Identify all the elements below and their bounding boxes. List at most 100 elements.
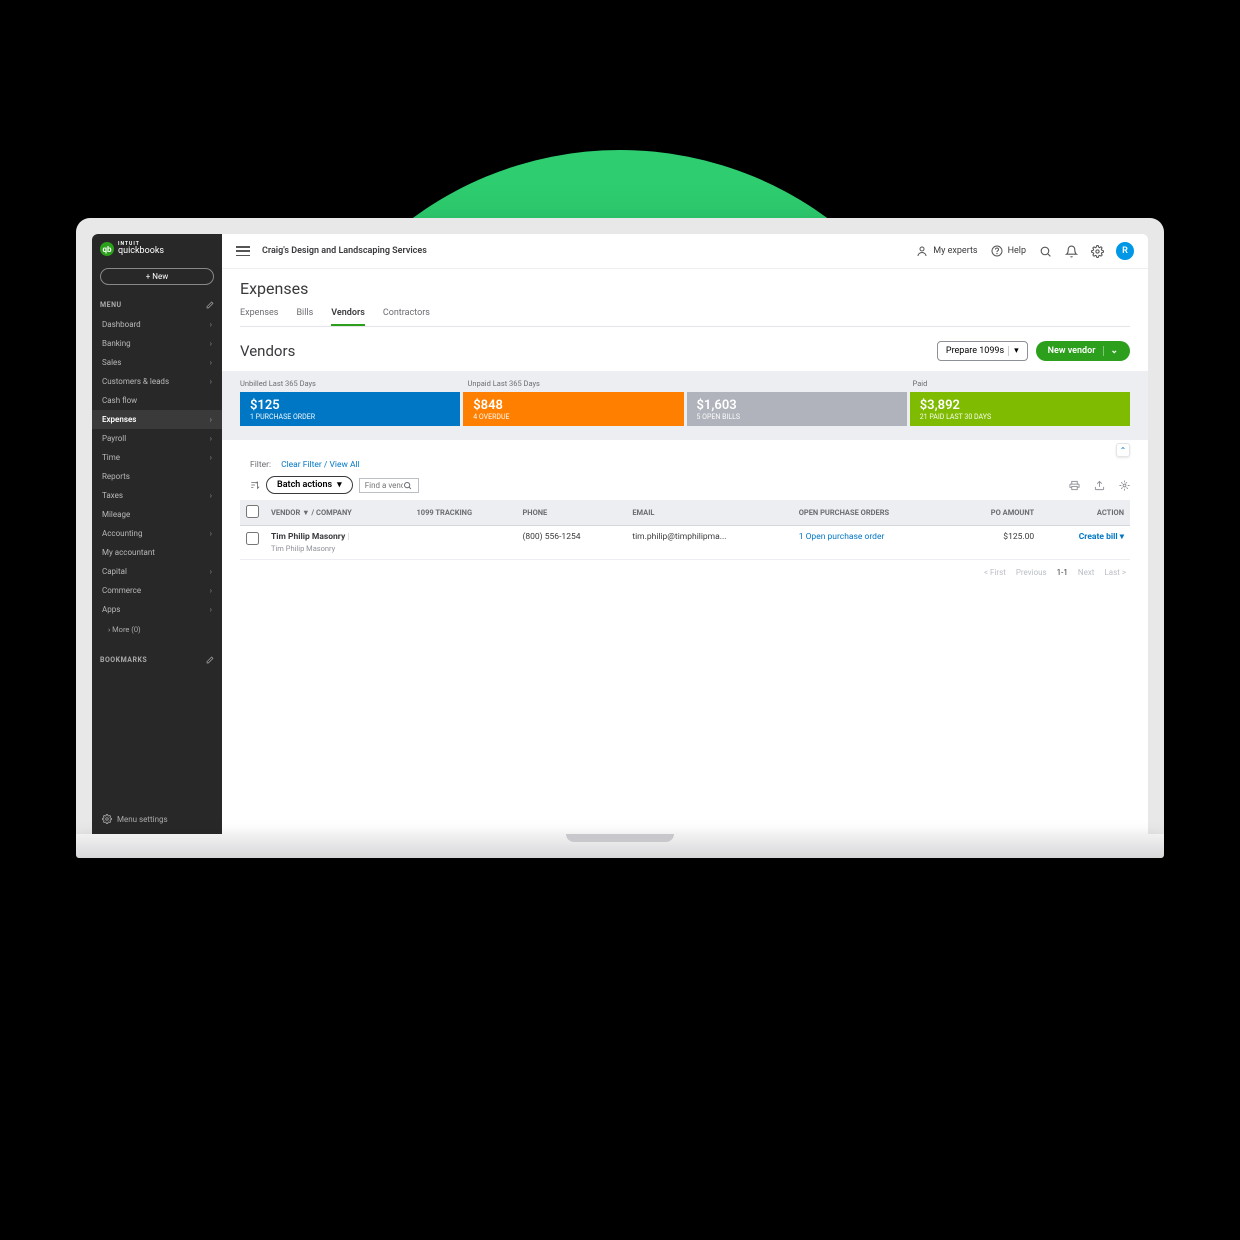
bell-icon[interactable]: [1064, 244, 1078, 258]
tab-expenses[interactable]: Expenses: [240, 308, 278, 326]
sidebar-item-dashboard[interactable]: Dashboard›: [92, 315, 222, 334]
export-icon[interactable]: [1094, 480, 1105, 491]
summary-card-orange[interactable]: $8484 OVERDUE: [463, 392, 683, 426]
clear-filter-link[interactable]: Clear Filter / View All: [281, 460, 360, 470]
summary-sub: 5 OPEN BILLS: [697, 413, 897, 421]
vendor-company: Tim Philip Masonry: [271, 544, 404, 553]
chevron-down-icon: ▾: [1008, 346, 1019, 356]
collapse-button[interactable]: ⌃: [1116, 443, 1130, 457]
table-row[interactable]: Tim Philip Masonry | Tim Philip Masonry (…: [240, 526, 1130, 560]
col-open-po[interactable]: OPEN PURCHASE ORDERS: [793, 500, 954, 526]
pagination: < First Previous 1-1 Next Last >: [240, 560, 1130, 585]
search-icon[interactable]: [1038, 244, 1052, 258]
menu-heading: MENU: [100, 301, 122, 309]
search-input[interactable]: [365, 481, 403, 490]
my-experts-link[interactable]: My experts: [915, 244, 977, 258]
sidebar-item-payroll[interactable]: Payroll›: [92, 429, 222, 448]
new-button[interactable]: + New: [100, 268, 214, 285]
col-phone[interactable]: PHONE: [516, 500, 626, 526]
chevron-down-icon: ⌄: [1103, 346, 1118, 356]
sidebar-item-label: Time: [102, 453, 120, 462]
quickbooks-icon: qb: [100, 242, 114, 256]
laptop-frame: qb INTUIT quickbooks + New MENU Dashboar…: [76, 218, 1164, 858]
sidebar-item-label: My accountant: [102, 548, 155, 557]
col-email[interactable]: EMAIL: [626, 500, 792, 526]
sidebar-item-my-accountant[interactable]: My accountant: [92, 543, 222, 562]
open-po-link[interactable]: 1 Open purchase order: [799, 532, 885, 542]
new-vendor-button[interactable]: New vendor ⌄: [1036, 341, 1130, 361]
sidebar-item-sales[interactable]: Sales›: [92, 353, 222, 372]
filter-label: Filter:: [250, 460, 271, 470]
col-tracking[interactable]: 1099 TRACKING: [410, 500, 516, 526]
menu-edit-icon[interactable]: [206, 301, 214, 309]
sidebar-item-apps[interactable]: Apps›: [92, 600, 222, 619]
col-po-amount[interactable]: PO AMOUNT: [953, 500, 1040, 526]
row-checkbox[interactable]: [246, 532, 259, 545]
section-title: Vendors: [240, 342, 295, 360]
help-link[interactable]: Help: [990, 244, 1026, 258]
sidebar-item-customers-leads[interactable]: Customers & leads›: [92, 372, 222, 391]
sidebar-item-label: Expenses: [102, 415, 136, 424]
summary-label: Unpaid Last 365 Days: [468, 379, 903, 388]
gear-icon[interactable]: [1090, 244, 1104, 258]
summary-card-blue[interactable]: $1251 PURCHASE ORDER: [240, 392, 460, 426]
page-first[interactable]: < First: [984, 568, 1006, 577]
sidebar-item-label: Dashboard: [102, 320, 141, 329]
cell-po-amount: $125.00: [953, 526, 1040, 560]
sidebar-item-capital[interactable]: Capital›: [92, 562, 222, 581]
search-icon: [403, 481, 412, 490]
sidebar-item-accounting[interactable]: Accounting›: [92, 524, 222, 543]
batch-actions-button[interactable]: Batch actions ▾: [266, 476, 353, 494]
cell-phone: (800) 556-1254: [516, 526, 626, 560]
summary-card-green[interactable]: $3,89221 PAID LAST 30 DAYS: [910, 392, 1130, 426]
chevron-right-icon: ›: [210, 586, 212, 595]
settings-icon[interactable]: [1119, 480, 1130, 491]
sidebar-item-reports[interactable]: Reports: [92, 467, 222, 486]
menu-settings-link[interactable]: Menu settings: [92, 804, 222, 834]
summary-sub: 4 OVERDUE: [473, 413, 673, 421]
help-icon: [990, 244, 1004, 258]
sidebar-item-expenses[interactable]: Expenses ›: [92, 410, 222, 429]
print-icon[interactable]: [1069, 480, 1080, 491]
sidebar-item-commerce[interactable]: Commerce ›: [92, 581, 222, 600]
tab-bills[interactable]: Bills: [296, 308, 313, 326]
tab-contractors[interactable]: Contractors: [383, 308, 430, 326]
bookmarks-edit-icon[interactable]: [206, 656, 214, 664]
summary-band: Unbilled Last 365 DaysUnpaid Last 365 Da…: [222, 371, 1148, 440]
sidebar-item-label: Accounting: [102, 529, 142, 538]
sidebar-item-label: Sales: [102, 358, 121, 367]
summary-card-gray[interactable]: $1,6035 OPEN BILLS: [687, 392, 907, 426]
page: Expenses ExpensesBillsVendorsContractors…: [222, 269, 1148, 834]
sidebar-item-mileage[interactable]: Mileage: [92, 505, 222, 524]
sidebar-item-label: Apps: [102, 605, 120, 614]
summary-amount: $125: [250, 398, 450, 413]
page-next[interactable]: Next: [1078, 568, 1095, 577]
brand-logo: qb INTUIT quickbooks: [92, 234, 222, 264]
create-bill-link[interactable]: Create bill ▾: [1079, 532, 1124, 542]
sort-icon[interactable]: [250, 480, 260, 490]
tab-vendors[interactable]: Vendors: [331, 308, 365, 326]
sidebar-item-cash-flow[interactable]: Cash flow: [92, 391, 222, 410]
sidebar-item-label: Mileage: [102, 510, 130, 519]
sidebar-item-banking[interactable]: Banking›: [92, 334, 222, 353]
chevron-right-icon: ›: [210, 491, 212, 500]
select-all-checkbox[interactable]: [246, 505, 259, 518]
avatar[interactable]: R: [1116, 242, 1134, 260]
sidebar-item-label: Reports: [102, 472, 130, 481]
topbar: Craig's Design and Landscaping Services …: [222, 234, 1148, 269]
page-prev[interactable]: Previous: [1016, 568, 1047, 577]
vendor-name[interactable]: Tim Philip Masonry |: [271, 532, 404, 542]
search-input-wrap[interactable]: [359, 478, 419, 493]
sidebar-more[interactable]: › More (0): [92, 619, 222, 640]
sidebar-item-taxes[interactable]: Taxes›: [92, 486, 222, 505]
summary-amount: $848: [473, 398, 673, 413]
col-vendor[interactable]: VENDOR ▼ / COMPANY: [265, 500, 410, 526]
page-last[interactable]: Last >: [1104, 568, 1126, 577]
main-content: Craig's Design and Landscaping Services …: [222, 234, 1148, 834]
sidebar-item-label: Commerce: [102, 586, 141, 595]
prepare-1099s-button[interactable]: Prepare 1099s ▾: [937, 341, 1028, 361]
page-range: 1-1: [1057, 568, 1068, 577]
chevron-right-icon: ›: [210, 415, 212, 424]
sidebar-item-time[interactable]: Time›: [92, 448, 222, 467]
hamburger-icon[interactable]: [236, 246, 250, 256]
